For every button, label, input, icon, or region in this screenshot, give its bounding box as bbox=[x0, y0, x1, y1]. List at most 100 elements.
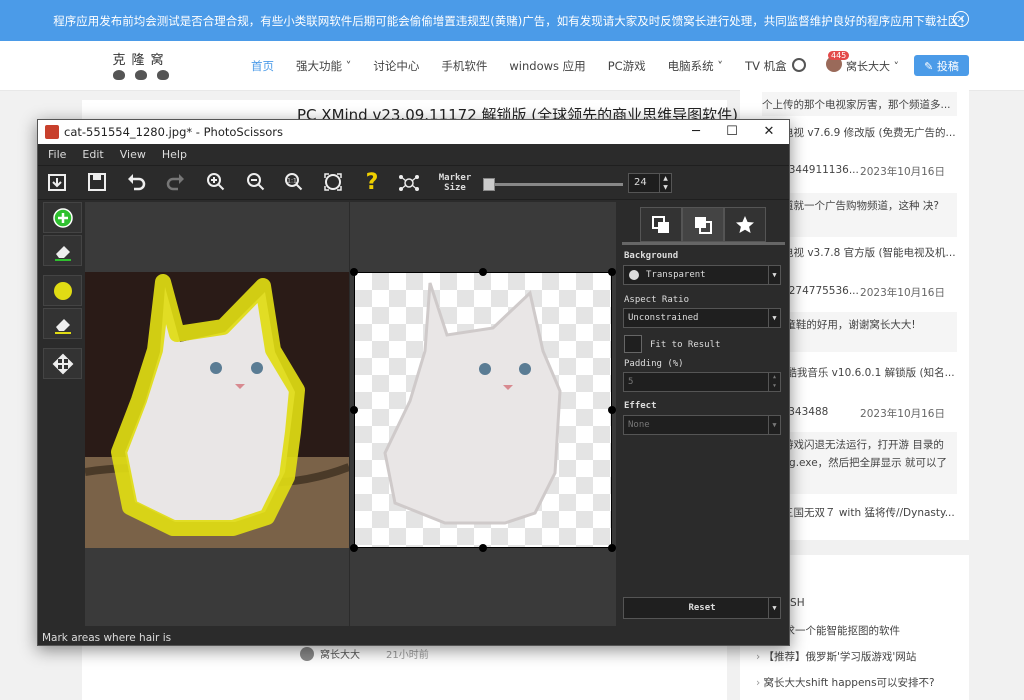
background-select[interactable]: Transparent ▼ bbox=[623, 265, 781, 285]
chevron-down-icon: ▼ bbox=[768, 416, 780, 434]
marker-size-slider[interactable] bbox=[483, 178, 623, 191]
fit-to-result-checkbox[interactable] bbox=[624, 335, 642, 353]
crop-handle[interactable] bbox=[479, 544, 487, 552]
status-bar-text: Mark areas where hair is bbox=[42, 632, 172, 644]
notice-bar: 程序应用发布前均会测试是否合理合规，有些小类联网软件后期可能会偷偷增置违规型(黄… bbox=[0, 0, 1024, 41]
menu-view[interactable]: View bbox=[120, 148, 146, 161]
maximize-button[interactable]: ☐ bbox=[714, 122, 750, 142]
topic-item[interactable]: 窝长大大shift happens可以安排不? bbox=[756, 675, 935, 690]
app-icon bbox=[45, 125, 59, 139]
fit-to-result-label: Fit to Result bbox=[650, 340, 721, 350]
topic-item[interactable]: 【推荐】俄罗斯'学习版游戏'网站 bbox=[756, 649, 917, 664]
tab-underline bbox=[622, 242, 785, 245]
crop-handle[interactable] bbox=[350, 406, 358, 414]
comment-item[interactable]: 个上传的那个电视家厉害，那个频道多... bbox=[762, 92, 957, 116]
source-canvas[interactable] bbox=[84, 202, 351, 626]
help-icon[interactable]: ? bbox=[359, 171, 385, 195]
chevron-down-icon: ▼ bbox=[768, 598, 780, 618]
comment-item[interactable]: 冲鸟电视 v3.7.8 官方版 (智能电视及机... bbox=[762, 245, 957, 260]
open-icon[interactable] bbox=[44, 171, 70, 195]
comment-item[interactable]: 如果游戏闪退无法运行，打开游 目录的Config.exe，然后把全屏显示 就可以… bbox=[762, 432, 957, 494]
spin-arrows-icon[interactable]: ▲ ▼ bbox=[659, 174, 671, 192]
nav-item-pc-games[interactable]: PC游戏 bbox=[608, 58, 646, 74]
hair-eraser-icon[interactable] bbox=[43, 308, 82, 339]
spin-arrows-icon: ▲ ▼ bbox=[768, 373, 780, 391]
nav-item-tv[interactable]: TV 机盒 bbox=[745, 58, 787, 74]
effect-label: Effect bbox=[624, 401, 657, 411]
crop-handle[interactable] bbox=[350, 268, 358, 276]
left-tool-palette bbox=[40, 202, 84, 634]
nav-item-os[interactable]: 电脑系统 ˅ bbox=[668, 58, 723, 74]
notice-text: 程序应用发布前均会测试是否合理合规，有些小类联网软件后期可能会偷偷增置违规型(黄… bbox=[53, 13, 971, 28]
minimize-button[interactable]: ─ bbox=[678, 122, 714, 142]
comment-item[interactable]: 妙看电视 v7.6.9 修改版 (免费无广告的... bbox=[762, 125, 957, 140]
tab-effects[interactable] bbox=[724, 207, 766, 242]
reset-button[interactable]: Reset ▼ bbox=[623, 597, 781, 619]
source-image[interactable] bbox=[84, 272, 351, 548]
zoom-in-icon[interactable] bbox=[203, 171, 229, 195]
padding-input[interactable]: 5 ▲ ▼ bbox=[623, 372, 781, 392]
zoom-out-icon[interactable] bbox=[243, 171, 269, 195]
save-icon[interactable] bbox=[84, 171, 110, 195]
result-canvas[interactable] bbox=[350, 202, 616, 626]
nav-item-discussion[interactable]: 讨论中心 bbox=[373, 58, 419, 74]
toolbar: 1:1 ? Marker Size 24 ▲ ▼ bbox=[38, 165, 789, 200]
close-icon[interactable]: × bbox=[953, 11, 969, 27]
network-icon[interactable] bbox=[396, 171, 422, 195]
comment-item[interactable]: 0.13童鞋的好用，谢谢窝长大大! bbox=[762, 312, 957, 352]
close-button[interactable]: ✕ bbox=[751, 122, 787, 142]
post-author: 窝长大大 21小时前 bbox=[300, 646, 429, 661]
nav-item-mobile[interactable]: 手机软件 bbox=[441, 58, 487, 74]
comment-item[interactable]: ae13343488 2023年10月16日 bbox=[762, 406, 957, 418]
crop-handle[interactable] bbox=[608, 544, 616, 552]
post-button[interactable]: ✎ 投稿 bbox=[914, 55, 969, 76]
crop-handle[interactable] bbox=[350, 544, 358, 552]
settings-panel: Background Transparent ▼ Aspect Ratio Un… bbox=[622, 202, 785, 626]
svg-text:1:1: 1:1 bbox=[287, 178, 297, 185]
crop-handle[interactable] bbox=[608, 268, 616, 276]
menu-help[interactable]: Help bbox=[162, 148, 187, 161]
eraser-icon[interactable] bbox=[43, 235, 82, 266]
nav-item-windows[interactable]: windows 应用 bbox=[509, 58, 585, 74]
menu-file[interactable]: File bbox=[48, 148, 66, 161]
aspect-ratio-select[interactable]: Unconstrained ▼ bbox=[623, 308, 781, 328]
marker-size-label: Marker Size bbox=[438, 173, 472, 193]
search-icon[interactable] bbox=[792, 58, 806, 72]
comment-item[interactable]: 快频道就一个广告购物频道，这种 决? bbox=[762, 193, 957, 237]
menu-bar: File Edit View Help bbox=[38, 144, 789, 165]
panel-tabs bbox=[640, 207, 766, 242]
slider-thumb[interactable] bbox=[483, 178, 495, 191]
chevron-down-icon: ▼ bbox=[768, 266, 780, 284]
zoom-actual-icon[interactable]: 1:1 bbox=[281, 171, 307, 195]
comment-item[interactable]: 3181274775536... 2023年10月16日 bbox=[762, 285, 957, 297]
menu-edit[interactable]: Edit bbox=[82, 148, 103, 161]
background-label: Background bbox=[624, 251, 679, 261]
site-logo[interactable]: 克隆窝 bbox=[108, 49, 174, 80]
user-menu[interactable]: 窝长大大 ˅ bbox=[846, 58, 899, 74]
hair-marker-icon[interactable] bbox=[43, 275, 82, 306]
tab-copy[interactable] bbox=[640, 207, 682, 242]
circle-icon bbox=[629, 270, 639, 280]
add-foreground-icon[interactable] bbox=[43, 202, 82, 233]
comment-item[interactable]: 3237344911136... 2023年10月16日 bbox=[762, 164, 957, 176]
site-nav: 首页 强大功能 ˅ 讨论中心 手机软件 windows 应用 PC游戏 电脑系统… bbox=[240, 41, 798, 91]
redo-icon[interactable] bbox=[163, 171, 189, 195]
nav-item-features[interactable]: 强大功能 ˅ bbox=[296, 58, 351, 74]
padding-label: Padding (%) bbox=[624, 359, 684, 369]
tab-layers[interactable] bbox=[682, 207, 724, 242]
zoom-fit-icon[interactable] bbox=[320, 171, 346, 195]
aspect-ratio-label: Aspect Ratio bbox=[624, 295, 690, 305]
nav-item-home[interactable]: 首页 bbox=[251, 58, 274, 74]
effect-select[interactable]: None ▼ bbox=[623, 415, 781, 435]
move-icon[interactable] bbox=[43, 348, 82, 379]
chevron-down-icon: ▼ bbox=[768, 309, 780, 327]
crop-handle[interactable] bbox=[479, 268, 487, 276]
result-image[interactable] bbox=[354, 272, 612, 548]
window-title: cat-551554_1280.jpg* - PhotoScissors bbox=[64, 125, 283, 139]
title-bar[interactable]: cat-551554_1280.jpg* - PhotoScissors ─ ☐… bbox=[38, 120, 789, 144]
undo-icon[interactable] bbox=[123, 171, 149, 195]
crop-handle[interactable] bbox=[608, 406, 616, 414]
comment-item[interactable]: 真・三国无双７ with 猛将传//Dynasty... bbox=[762, 505, 957, 520]
comment-item[interactable]: 安卓 酷我音乐 v10.6.0.1 解锁版 (知名... bbox=[762, 365, 957, 380]
marker-size-input[interactable]: 24 ▲ ▼ bbox=[628, 173, 672, 193]
